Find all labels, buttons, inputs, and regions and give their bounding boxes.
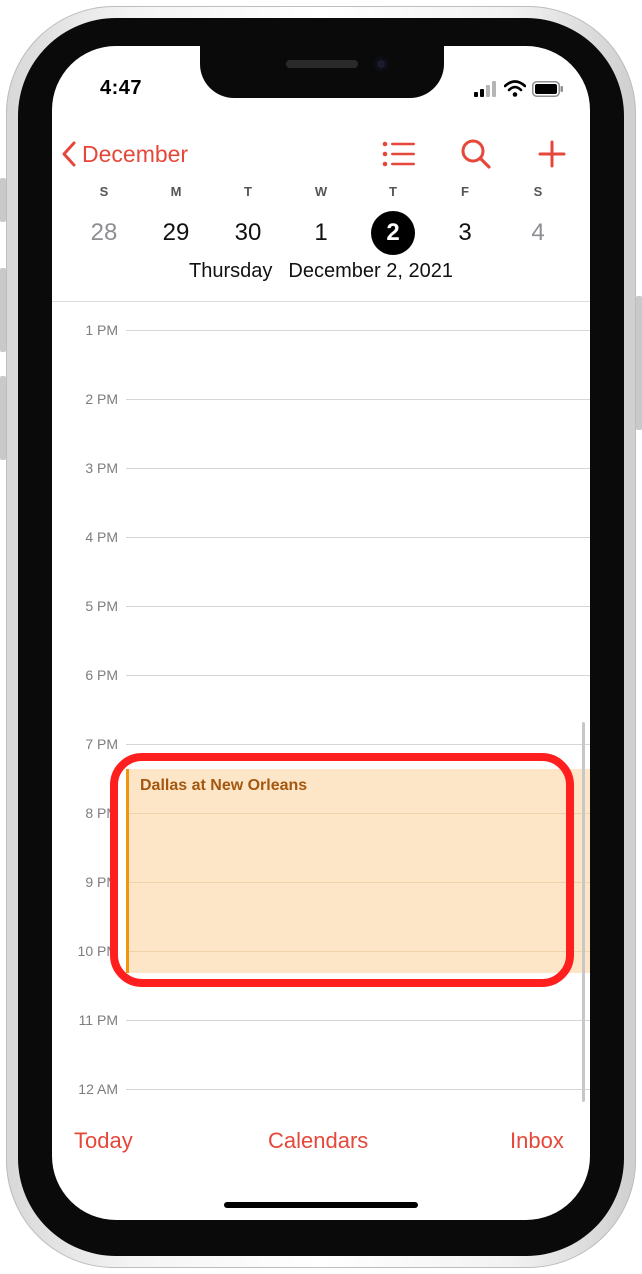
hour-label: 1 PM	[85, 322, 118, 338]
date-cell[interactable]: 30	[226, 211, 270, 255]
calendars-button[interactable]: Calendars	[268, 1128, 368, 1154]
today-button[interactable]: Today	[74, 1128, 133, 1154]
back-button-label: December	[82, 140, 189, 167]
hour-label: 3 PM	[85, 460, 118, 476]
cellular-signal-icon	[474, 81, 496, 97]
hour-label: 5 PM	[85, 598, 118, 614]
hour-label: 7 PM	[85, 736, 118, 752]
list-view-button[interactable]	[382, 134, 416, 174]
silent-switch	[0, 178, 6, 222]
status-time: 4:47	[100, 77, 143, 99]
volume-down-button	[0, 376, 6, 460]
date-cell[interactable]: 1	[299, 211, 343, 255]
hour-line	[126, 1020, 590, 1021]
list-icon	[382, 141, 415, 167]
bottom-toolbar: Today Calendars Inbox	[52, 1128, 590, 1164]
hour-label: 8 PM	[85, 805, 118, 821]
weekday-letters: S M T W T F S	[52, 184, 590, 200]
highlight-annotation	[110, 753, 574, 987]
selected-full-date: December 2, 2021	[288, 260, 453, 282]
weekday-letter: F	[461, 184, 469, 199]
date-cell[interactable]: 3	[443, 211, 487, 255]
search-icon	[461, 139, 491, 169]
weekday-letter: W	[314, 184, 328, 199]
hour-line	[126, 330, 590, 331]
date-cell[interactable]: 29	[154, 211, 198, 255]
hour-line	[126, 399, 590, 400]
hour-line	[126, 1089, 590, 1090]
search-button[interactable]	[460, 134, 492, 174]
screen: 4:47 December S M T W T F S 28 29 30 1 2…	[52, 46, 590, 1220]
hour-label: 9 PM	[85, 874, 118, 890]
date-cell[interactable]: 4	[516, 211, 560, 255]
selected-date-cell[interactable]: 2	[371, 211, 415, 255]
inbox-button[interactable]: Inbox	[510, 1128, 564, 1154]
hour-line	[126, 468, 590, 469]
status-icons	[474, 80, 564, 98]
battery-icon	[532, 81, 563, 97]
weekday-letter: S	[533, 184, 543, 199]
week-strip: 28 29 30 1 2 3 4	[52, 211, 590, 255]
selected-day-heading: Thursday December 2, 2021	[52, 260, 590, 283]
header-divider	[52, 301, 590, 302]
back-button[interactable]: December	[62, 134, 188, 174]
weekday-letter: T	[244, 184, 252, 199]
home-indicator[interactable]	[224, 1202, 418, 1208]
hour-label: 11 PM	[78, 1012, 118, 1028]
speaker	[286, 60, 358, 68]
weekday-letter: S	[99, 184, 109, 199]
add-event-button[interactable]	[538, 134, 566, 174]
volume-up-button	[0, 268, 6, 352]
weekday-letter: T	[389, 184, 397, 199]
hour-label: 6 PM	[85, 667, 118, 683]
plus-icon	[538, 140, 566, 168]
front-camera	[374, 57, 388, 71]
hour-label: 10 PM	[77, 943, 118, 959]
chevron-left-icon	[62, 141, 76, 167]
weekday-letter: M	[170, 184, 182, 199]
hour-label: 2 PM	[85, 391, 118, 407]
hour-line	[126, 675, 590, 676]
hour-label: 4 PM	[85, 529, 118, 545]
navigation-bar: December	[52, 134, 590, 174]
power-button	[636, 296, 642, 430]
hour-line	[126, 744, 590, 745]
selected-weekday: Thursday	[189, 260, 273, 282]
scroll-indicator[interactable]	[582, 722, 585, 1102]
hour-line	[126, 606, 590, 607]
notch	[200, 46, 444, 98]
hour-label: 12 AM	[78, 1081, 118, 1097]
hour-line	[126, 537, 590, 538]
date-cell[interactable]: 28	[82, 211, 126, 255]
wifi-icon	[504, 80, 526, 97]
